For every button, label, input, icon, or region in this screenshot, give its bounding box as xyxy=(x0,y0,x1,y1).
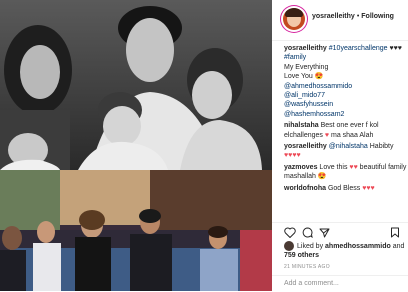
comment: nihalstaha Best one ever f kol elchallen… xyxy=(284,121,408,140)
hashtag-family[interactable]: #family xyxy=(284,54,306,61)
comment-icon[interactable] xyxy=(302,227,313,238)
heart-icons: ♥♥♥ xyxy=(389,45,402,52)
comments-area: yosraelleithy #10yearschallenge ♥♥♥ #fam… xyxy=(284,44,408,195)
smile-emoji-icon: 😍 xyxy=(317,173,327,181)
comment-username[interactable]: yosraelleithy xyxy=(284,143,327,150)
likes-summary: Liked by ahmedhossammido and 759 others xyxy=(284,241,408,260)
heart-icon: ♥ xyxy=(324,131,330,139)
header-user: yosraelleithy • Following xyxy=(312,13,394,20)
mention-2[interactable]: @ali_mido77 xyxy=(284,92,325,99)
comment: worldofnoha God Bless ♥♥♥ xyxy=(284,184,408,193)
bookmark-icon[interactable] xyxy=(390,227,400,238)
caption: yosraelleithy #10yearschallenge ♥♥♥ #fam… xyxy=(284,44,408,119)
username-link[interactable]: yosraelleithy xyxy=(312,13,355,20)
avatar xyxy=(284,241,294,251)
comment-text-2: ma shaa Alah xyxy=(330,131,374,139)
post-timestamp: 21 MINUTES AGO xyxy=(284,264,330,270)
post-panel: yosraelleithy • Following yosraelleithy #1… xyxy=(272,0,408,291)
comment-input[interactable]: Add a comment... xyxy=(284,280,339,287)
caption-username[interactable]: yosraelleithy xyxy=(284,45,327,52)
comment: yazmoves Love this ♥♥ beautiful family m… xyxy=(284,163,408,182)
caption-line-2: Love You xyxy=(284,73,313,81)
comment: yosraelleithy @nihalstaha Habibty ♥♥♥♥ xyxy=(284,142,408,161)
comment-mention[interactable]: @nihalstaha xyxy=(329,143,368,150)
action-bar xyxy=(272,222,408,241)
likes-count[interactable]: 759 others xyxy=(284,252,319,259)
heart-icon: ♥♥♥♥ xyxy=(284,152,301,160)
likes-and: and xyxy=(392,242,405,250)
avatar[interactable] xyxy=(283,8,305,30)
comment-username[interactable]: worldofnoha xyxy=(284,185,326,192)
comment-text: God Bless xyxy=(327,184,361,192)
post-header: yosraelleithy • Following xyxy=(272,0,408,41)
comment-username[interactable]: nihalstaha xyxy=(284,122,319,129)
add-comment-bar[interactable]: Add a comment... xyxy=(272,275,408,292)
comment-text: Love this xyxy=(319,163,348,171)
mention-4[interactable]: @hashemhossam2 xyxy=(284,111,344,118)
caption-line-1: My Everything xyxy=(284,63,329,71)
comment-username[interactable]: yazmoves xyxy=(284,164,317,171)
share-icon[interactable] xyxy=(319,227,330,238)
smile-emoji-icon: 😍 xyxy=(314,73,324,81)
liked-by-user[interactable]: ahmedhossammido xyxy=(325,243,391,250)
heart-icon: ♥♥ xyxy=(349,163,358,171)
mention-3[interactable]: @wasfyhussein xyxy=(284,101,333,108)
liked-by-prefix: Liked by xyxy=(297,242,324,250)
mention-1[interactable]: @ahmedhossammido xyxy=(284,83,352,90)
recent-family-photo xyxy=(0,170,272,291)
heart-icon: ♥♥♥ xyxy=(362,184,375,192)
old-family-photo xyxy=(0,0,272,170)
hashtag-10yearschallenge[interactable]: #10yearschallenge xyxy=(329,45,388,52)
heart-icon[interactable] xyxy=(284,227,296,238)
comment-text: Habibty xyxy=(369,143,394,151)
instagram-post: yosraelleithy • Following yosraelleithy #1… xyxy=(0,0,408,291)
post-media[interactable] xyxy=(0,0,272,291)
following-button[interactable]: Following xyxy=(361,13,394,20)
